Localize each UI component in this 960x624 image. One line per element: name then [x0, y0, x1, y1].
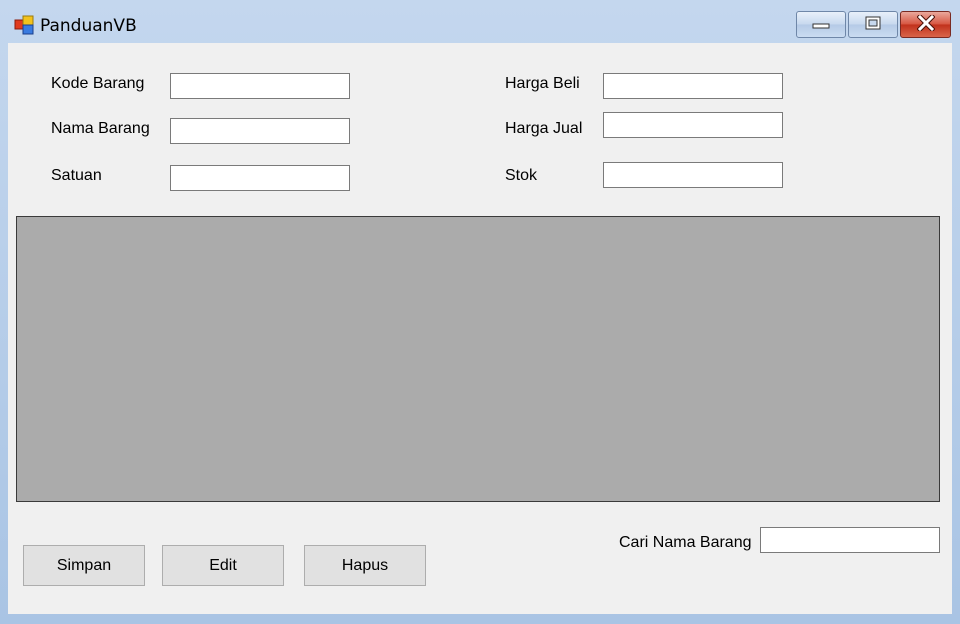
cari-nama-barang-input[interactable]	[760, 527, 940, 553]
close-icon	[915, 12, 936, 35]
minimize-button[interactable]	[796, 11, 846, 38]
harga-jual-input[interactable]	[603, 112, 783, 138]
app-window: PanduanVB Kode Barang Nama Barang Satuan…	[0, 0, 960, 624]
window-title: PanduanVB	[40, 16, 137, 36]
stok-label: Stok	[505, 167, 538, 184]
nama-barang-input[interactable]	[170, 118, 350, 144]
harga-beli-input[interactable]	[603, 73, 783, 99]
cari-nama-barang-label: Cari Nama Barang	[619, 534, 752, 551]
maximize-button[interactable]	[848, 11, 898, 38]
nama-barang-label: Nama Barang	[51, 120, 150, 137]
harga-beli-label: Harga Beli	[505, 75, 580, 92]
harga-jual-label: Harga Jual	[505, 120, 583, 137]
maximize-icon	[865, 15, 881, 34]
title-bar[interactable]: PanduanVB	[0, 0, 960, 43]
edit-button[interactable]: Edit	[162, 545, 284, 586]
form-client-area: Kode Barang Nama Barang Satuan Harga Bel…	[8, 43, 952, 614]
simpan-button[interactable]: Simpan	[23, 545, 145, 586]
hapus-button[interactable]: Hapus	[304, 545, 426, 586]
data-grid-view[interactable]	[16, 216, 940, 502]
satuan-label: Satuan	[51, 167, 102, 184]
windows-app-icon	[14, 15, 34, 35]
satuan-input[interactable]	[170, 165, 350, 191]
stok-input[interactable]	[603, 162, 783, 188]
kode-barang-label: Kode Barang	[51, 75, 145, 92]
kode-barang-input[interactable]	[170, 73, 350, 99]
close-button[interactable]	[900, 11, 951, 38]
minimize-icon	[812, 15, 830, 34]
